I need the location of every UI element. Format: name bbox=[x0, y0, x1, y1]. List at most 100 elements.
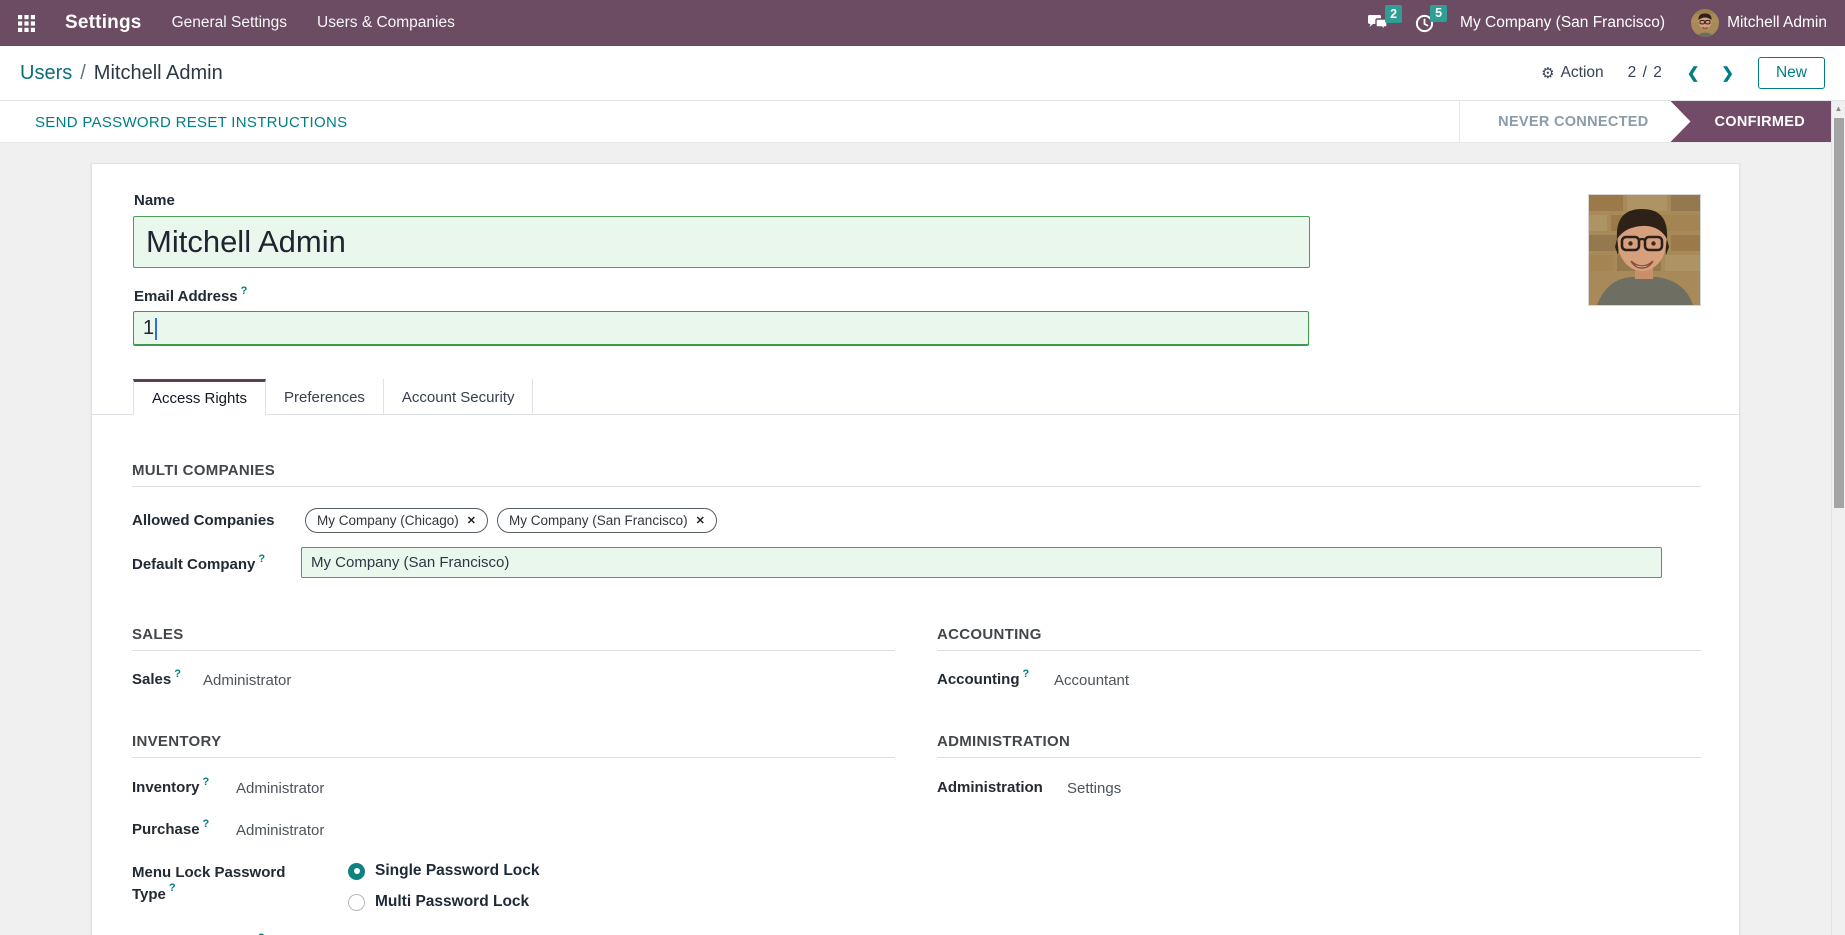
purchase-label-row: Purchase? bbox=[132, 818, 210, 839]
accounting-label-row: Accounting? bbox=[937, 668, 1030, 689]
state-never-connected[interactable]: NEVER CONNECTED bbox=[1459, 101, 1690, 142]
inventory-value[interactable]: Administrator bbox=[236, 780, 324, 797]
administration-label-row: Administration bbox=[937, 779, 1043, 797]
user-menu[interactable]: Mitchell Admin bbox=[1691, 9, 1827, 37]
company-tag-text: My Company (San Francisco) bbox=[509, 513, 688, 528]
user-avatar bbox=[1691, 9, 1720, 37]
menu-general-settings[interactable]: General Settings bbox=[172, 14, 287, 32]
menu-users-companies[interactable]: Users & Companies bbox=[317, 14, 455, 32]
statusbar-states: NEVER CONNECTED CONFIRMED bbox=[1459, 101, 1831, 142]
text-caret bbox=[155, 317, 158, 340]
accounting-value[interactable]: Accountant bbox=[1054, 672, 1129, 689]
radio-label: Single Password Lock bbox=[375, 862, 540, 879]
scrollbar-up-icon[interactable]: ▲ bbox=[1832, 104, 1845, 113]
user-name: Mitchell Admin bbox=[1727, 14, 1827, 31]
menu-lock-label-row: Menu Lock Password Type? bbox=[132, 862, 310, 905]
radio-label: Multi Password Lock bbox=[375, 893, 530, 910]
email-input-value: 1 bbox=[143, 317, 155, 339]
radio-selected-icon[interactable] bbox=[348, 862, 365, 880]
company-tag[interactable]: My Company (Chicago) ✕ bbox=[305, 508, 489, 533]
help-icon[interactable]: ? bbox=[203, 776, 210, 788]
tab-preferences[interactable]: Preferences bbox=[266, 379, 384, 415]
section-sales: SALES bbox=[132, 626, 184, 643]
top-navbar: Settings General Settings Users & Compan… bbox=[0, 0, 1845, 46]
form-sheet: Name Mitchell Admin Email Address? 1 Acc… bbox=[91, 163, 1740, 935]
scrollbar-thumb[interactable] bbox=[1833, 118, 1844, 508]
name-input-value: Mitchell Admin bbox=[146, 224, 346, 259]
breadcrumb-current-record: Mitchell Admin bbox=[93, 61, 223, 84]
send-password-reset-button[interactable]: SEND PASSWORD RESET INSTRUCTIONS bbox=[35, 101, 347, 143]
allowed-companies-tags: My Company (Chicago) ✕ My Company (San F… bbox=[305, 508, 717, 533]
default-company-input[interactable]: My Company (San Francisco) bbox=[301, 547, 1662, 578]
radio-unselected-icon[interactable] bbox=[348, 893, 365, 911]
tab-account-security[interactable]: Account Security bbox=[384, 379, 534, 415]
default-company-label: Default Company bbox=[132, 556, 256, 573]
default-company-value: My Company (San Francisco) bbox=[311, 554, 510, 571]
profile-photo[interactable] bbox=[1588, 194, 1701, 306]
section-underline bbox=[132, 650, 895, 651]
close-icon[interactable]: ✕ bbox=[467, 514, 476, 527]
email-label: Email Address bbox=[134, 288, 238, 305]
grid-icon bbox=[18, 14, 35, 32]
form-status-bar: SEND PASSWORD RESET INSTRUCTIONS NEVER C… bbox=[0, 101, 1845, 143]
help-icon[interactable]: ? bbox=[1023, 668, 1030, 680]
help-icon[interactable]: ? bbox=[174, 668, 181, 680]
section-multi-companies: MULTI COMPANIES bbox=[132, 462, 276, 479]
section-underline bbox=[937, 650, 1701, 651]
section-inventory: INVENTORY bbox=[132, 733, 222, 750]
action-menu-button[interactable]: ⚙ Action bbox=[1541, 64, 1604, 82]
apps-menu-button[interactable] bbox=[18, 14, 35, 32]
allowed-companies-label: Allowed Companies bbox=[132, 512, 275, 529]
menu-lock-label: Menu Lock Password Type bbox=[132, 864, 286, 903]
breadcrumb-users-link[interactable]: Users bbox=[20, 62, 72, 85]
section-underline bbox=[132, 486, 1701, 487]
administration-value[interactable]: Settings bbox=[1067, 780, 1121, 797]
help-icon[interactable]: ? bbox=[203, 818, 210, 830]
action-menu-label: Action bbox=[1560, 64, 1604, 81]
inventory-label: Inventory bbox=[132, 779, 200, 796]
section-underline bbox=[132, 757, 895, 758]
notebook-tabs: Access Rights Preferences Account Securi… bbox=[133, 379, 534, 415]
help-icon[interactable]: ? bbox=[241, 285, 248, 297]
sales-label-row: Sales? bbox=[132, 668, 181, 689]
gear-icon: ⚙ bbox=[1541, 65, 1555, 82]
radio-single-password-lock[interactable]: Single Password Lock bbox=[348, 862, 540, 880]
messages-button[interactable]: 2 bbox=[1367, 5, 1403, 32]
record-pager-counter: 2 / 2 bbox=[1627, 64, 1663, 81]
current-app-name[interactable]: Settings bbox=[65, 12, 142, 34]
company-switcher[interactable]: My Company (San Francisco) bbox=[1460, 14, 1665, 32]
purchase-value[interactable]: Administrator bbox=[236, 822, 324, 839]
help-icon[interactable]: ? bbox=[169, 882, 176, 894]
breadcrumb-separator: / bbox=[80, 61, 86, 84]
new-button[interactable]: New bbox=[1757, 57, 1825, 89]
section-administration: ADMINISTRATION bbox=[937, 733, 1071, 750]
help-icon[interactable]: ? bbox=[258, 553, 265, 565]
chevron-left-icon[interactable]: ❮ bbox=[1687, 64, 1700, 82]
odoo-users-form-page: Settings General Settings Users & Compan… bbox=[0, 0, 1845, 935]
default-company-label-row: Default Company? bbox=[132, 553, 265, 574]
radio-multi-password-lock[interactable]: Multi Password Lock bbox=[348, 893, 529, 911]
email-label-row: Email Address? bbox=[134, 285, 248, 306]
administration-label: Administration bbox=[937, 779, 1043, 796]
breadcrumb: Users / Mitchell Admin bbox=[20, 62, 223, 85]
company-tag[interactable]: My Company (San Francisco) ✕ bbox=[497, 508, 717, 533]
name-label: Name bbox=[134, 192, 175, 209]
company-tag-text: My Company (Chicago) bbox=[317, 513, 459, 528]
state-confirmed: CONFIRMED bbox=[1670, 101, 1831, 142]
sales-label: Sales bbox=[132, 671, 172, 688]
chevron-right-icon[interactable]: ❯ bbox=[1721, 64, 1734, 82]
control-panel: Users / Mitchell Admin ⚙ Action 2 / 2 ❮ … bbox=[0, 46, 1845, 101]
activities-count-badge: 5 bbox=[1430, 4, 1448, 22]
activities-button[interactable]: 5 bbox=[1415, 4, 1448, 33]
sales-value[interactable]: Administrator bbox=[203, 672, 291, 689]
close-icon[interactable]: ✕ bbox=[696, 514, 705, 527]
section-underline bbox=[937, 757, 1701, 758]
name-input[interactable]: Mitchell Admin bbox=[133, 216, 1310, 268]
accounting-label: Accounting bbox=[937, 671, 1020, 688]
section-accounting: ACCOUNTING bbox=[937, 626, 1042, 643]
messages-count-badge: 2 bbox=[1385, 5, 1403, 23]
tab-access-rights[interactable]: Access Rights bbox=[133, 379, 267, 415]
email-input[interactable]: 1 bbox=[133, 311, 1309, 346]
purchase-label: Purchase bbox=[132, 821, 200, 838]
vertical-scrollbar[interactable]: ▲ bbox=[1831, 101, 1845, 935]
